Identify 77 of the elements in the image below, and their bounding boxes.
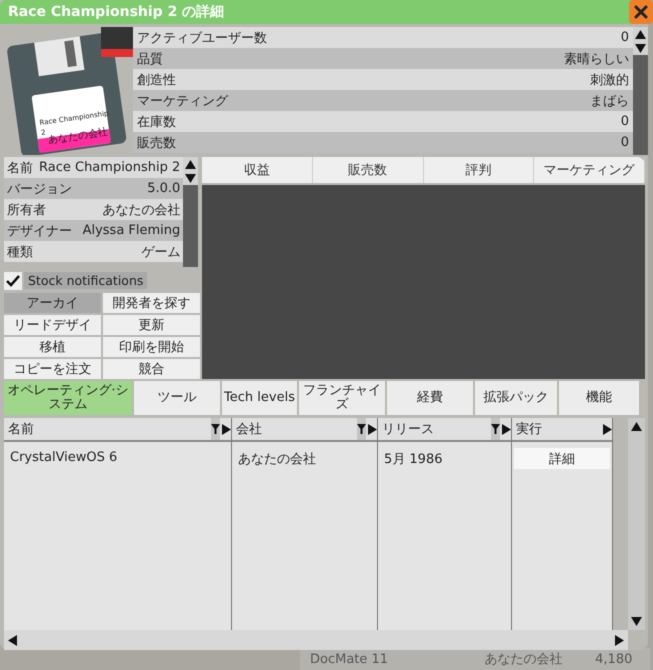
- tab[interactable]: ツール: [134, 381, 220, 415]
- scroll-down-icon[interactable]: [185, 174, 196, 182]
- scroll-left-icon[interactable]: [8, 634, 17, 646]
- stat-value: 0: [620, 30, 629, 45]
- action-button[interactable]: コピーを注文: [4, 359, 101, 379]
- window-title: Race Championship 2 の詳細: [8, 3, 224, 21]
- info-label: 種類: [7, 244, 33, 260]
- action-button[interactable]: 更新: [103, 315, 200, 335]
- info-label: デザイナー: [7, 222, 72, 240]
- info-label: バージョン: [7, 180, 72, 198]
- scroll-up-icon[interactable]: [635, 30, 646, 38]
- close-button[interactable]: [629, 0, 653, 24]
- action-button[interactable]: 開発者を探す: [103, 293, 200, 313]
- stat-label: 販売数: [137, 134, 176, 152]
- tab[interactable]: 拡張パック: [475, 381, 557, 415]
- close-icon[interactable]: [634, 5, 648, 19]
- stat-value: 素晴らしい: [564, 50, 629, 68]
- table-cell-text: 5月 1986: [383, 451, 444, 468]
- tab[interactable]: 機能: [559, 381, 639, 415]
- tab[interactable]: 経費: [387, 381, 473, 415]
- scroll-up-icon[interactable]: [185, 160, 196, 168]
- scroll-right-icon[interactable]: [615, 634, 624, 646]
- filter-icon[interactable]: [491, 424, 500, 434]
- checkbox-label: Stock notifications: [24, 272, 148, 289]
- disk-label-text: あなたの会社: [47, 126, 109, 148]
- tab[interactable]: Tech levels: [222, 381, 297, 415]
- column-header-label: 会社: [236, 421, 262, 438]
- chart-tab[interactable]: 販売数: [312, 157, 424, 183]
- info-value: あなたの会社: [102, 202, 180, 218]
- background-table-text: DocMate 11: [309, 652, 390, 666]
- column-header-label: リリース: [382, 421, 434, 438]
- column-header[interactable]: 実行: [512, 418, 612, 442]
- stat-label: 品質: [137, 50, 163, 68]
- column-header-label: 実行: [516, 421, 542, 438]
- scroll-down-icon[interactable]: [631, 617, 642, 626]
- sort-arrow-icon[interactable]: [222, 424, 231, 434]
- stat-label: 創造性: [137, 72, 176, 88]
- sort-arrow-icon[interactable]: [502, 424, 511, 434]
- column-header[interactable]: 会社: [232, 418, 377, 442]
- column-header[interactable]: リリース: [378, 418, 511, 442]
- stat-value: 0: [620, 114, 629, 129]
- column-header[interactable]: 名前: [4, 418, 231, 442]
- table-cell-text: あなたの会社: [237, 451, 317, 468]
- stat-label: アクティブユーザー数: [137, 30, 267, 46]
- info-value: ゲーム: [141, 244, 180, 260]
- sort-arrow-icon[interactable]: [603, 424, 612, 434]
- check-icon: [6, 274, 20, 286]
- info-value: Alyssa Fleming: [82, 223, 180, 238]
- filter-icon[interactable]: [357, 424, 366, 434]
- info-label: 所有者: [7, 202, 46, 218]
- chart-tab[interactable]: マーケティング: [534, 157, 645, 183]
- action-button[interactable]: 競合: [103, 359, 200, 379]
- scroll-up-icon[interactable]: [631, 422, 642, 431]
- action-button[interactable]: 印刷を開始: [103, 337, 200, 357]
- chart-tab[interactable]: 評判: [424, 157, 534, 183]
- tab[interactable]: オペレーティング·システム: [4, 381, 132, 415]
- action-button[interactable]: リードデザイ: [4, 315, 101, 335]
- stat-value: 0: [620, 135, 629, 150]
- filter-icon[interactable]: [211, 424, 220, 434]
- action-button[interactable]: 移植: [4, 337, 101, 357]
- tab[interactable]: フランチャイズ: [299, 381, 385, 415]
- background-table-text: 4,180: [594, 652, 634, 666]
- info-label: 名前: [7, 160, 33, 176]
- stat-value: 刺激的: [590, 72, 629, 88]
- stat-label: 在庫数: [137, 114, 176, 130]
- sort-arrow-icon[interactable]: [368, 424, 377, 434]
- checkbox[interactable]: [4, 272, 22, 290]
- background-table-text: あなたの会社: [484, 651, 564, 668]
- info-value: 5.0.0: [147, 181, 180, 196]
- chart-tab[interactable]: 収益: [202, 157, 313, 183]
- stat-value: まばら: [590, 92, 629, 110]
- column-header-label: 名前: [8, 421, 34, 438]
- info-value: Race Championship 2: [39, 160, 180, 175]
- scroll-down-icon[interactable]: [635, 44, 646, 52]
- stat-label: マーケティング: [137, 92, 228, 110]
- table-cell-text: CrystalViewOS 6: [9, 449, 118, 465]
- details-button[interactable]: 詳細: [514, 448, 610, 469]
